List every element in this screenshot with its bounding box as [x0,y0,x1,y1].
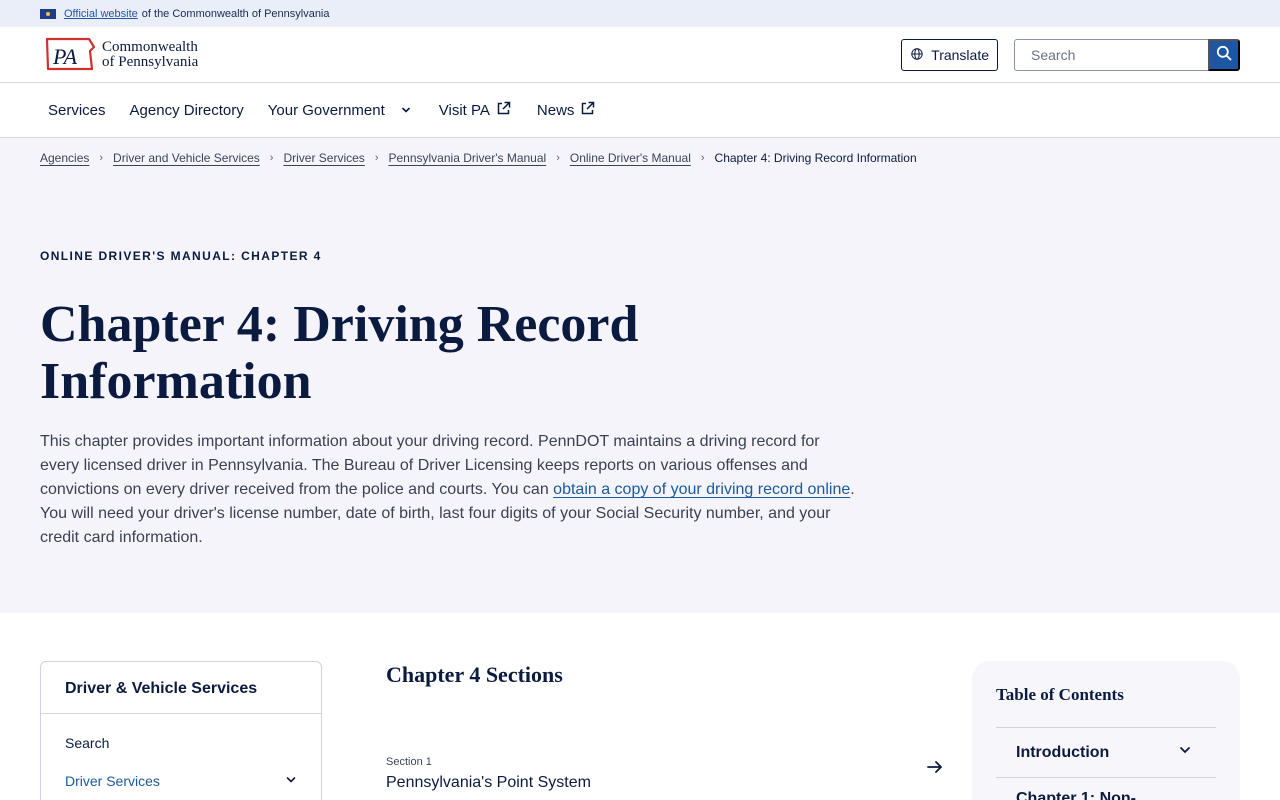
side-menu-item-label: Search [65,735,110,751]
nav-item-label: Your Government [267,101,385,119]
nav-item-news[interactable]: News [537,101,596,120]
search-button[interactable] [1208,38,1240,71]
toc-item-label: Chapter 1: Non- [1016,790,1136,800]
chevron-right-icon: › [700,152,705,164]
nav-item-agency-directory[interactable]: Agency Directory [130,102,244,119]
breadcrumb-agencies[interactable]: Agencies [40,151,89,165]
official-banner-text: of the Commonwealth of Pennsylvania [141,7,330,20]
search-input[interactable] [1014,38,1208,71]
logo-text: Commonwealth of Pennsylvania [102,38,199,70]
chapter-sections-title: Chapter 4 Sections [386,662,563,687]
toc-title: Table of Contents [996,685,1216,728]
toc-item-introduction[interactable]: Introduction [996,728,1216,778]
search-box [1014,38,1240,71]
pa-flag-icon [40,8,56,19]
table-of-contents: Table of Contents Introduction Chapter 1… [972,661,1240,800]
nav-item-label: Agency Directory [129,101,244,119]
nav-item-your-government[interactable]: Your Government [268,102,411,119]
breadcrumb: Agencies › Driver and Vehicle Services ›… [40,138,1240,178]
hero-section: Agencies › Driver and Vehicle Services ›… [0,138,1280,613]
chevron-down-icon [285,773,297,789]
nav-item-label: Visit PA [438,101,490,119]
nav-item-label: News [536,101,575,119]
toc-item-label: Introduction [1016,743,1110,761]
side-menu-item-search[interactable]: Search [41,724,321,762]
side-menu-item-driver-services[interactable]: Driver Services [41,762,321,800]
section-name: Pennsylvania's Point System [386,774,591,791]
chevron-right-icon: › [374,152,379,164]
toc-item-chapter-1[interactable]: Chapter 1: Non- [996,778,1216,800]
breadcrumb-driver-services[interactable]: Driver Services [283,151,364,165]
side-menu-title: Driver & Vehicle Services [41,662,321,714]
main-nav: Services Agency Directory Your Governmen… [0,83,1280,138]
logo-line-2: of Pennsylvania [102,53,199,70]
intro-paragraph: This chapter provides important informat… [40,430,860,550]
nav-item-visit-pa[interactable]: Visit PA [439,101,511,120]
breadcrumb-drivers-manual[interactable]: Pennsylvania Driver's Manual [388,151,546,165]
external-link-icon [580,101,595,120]
side-menu: Driver & Vehicle Services Search Driver … [40,661,322,800]
chevron-right-icon: › [99,152,104,164]
breadcrumb-online-drivers-manual[interactable]: Online Driver's Manual [570,151,691,165]
translate-button[interactable]: Translate [901,38,998,71]
arrow-right-icon [926,758,944,781]
chevron-right-icon: › [269,152,274,164]
logo-monogram: PA [52,44,78,69]
chevron-down-icon [401,102,411,119]
globe-icon [911,47,923,63]
official-banner: Official website of the Commonwealth of … [0,0,1280,27]
header-actions: Translate [901,38,1240,71]
section-link-point-system[interactable]: Section 1 Pennsylvania's Point System [386,756,946,792]
page-eyebrow: ONLINE DRIVER'S MANUAL: CHAPTER 4 [40,249,322,263]
external-link-icon [496,101,511,120]
keystone-logo-icon: PA [44,35,96,75]
chevron-right-icon: › [556,152,560,164]
driving-record-online-link[interactable]: obtain a copy of your driving record onl… [553,481,850,498]
nav-item-label: Services [48,101,106,119]
search-icon [1216,45,1232,64]
official-website-link[interactable]: Official website [64,8,138,20]
section-number: Section 1 [386,756,432,768]
nav-item-services[interactable]: Services [48,102,106,119]
chevron-down-icon [1178,743,1192,762]
breadcrumb-current: Chapter 4: Driving Record Information [714,151,917,165]
side-menu-item-label: Driver Services [65,773,160,789]
breadcrumb-driver-and-vehicle-services[interactable]: Driver and Vehicle Services [113,151,260,165]
page-title: Chapter 4: Driving Record Information [40,296,639,410]
pa-logo[interactable]: PA Commonwealth of Pennsylvania [44,35,198,75]
site-header: PA Commonwealth of Pennsylvania Translat… [0,27,1280,83]
translate-label: Translate [931,46,989,63]
logo-line-1: Commonwealth [102,38,198,55]
